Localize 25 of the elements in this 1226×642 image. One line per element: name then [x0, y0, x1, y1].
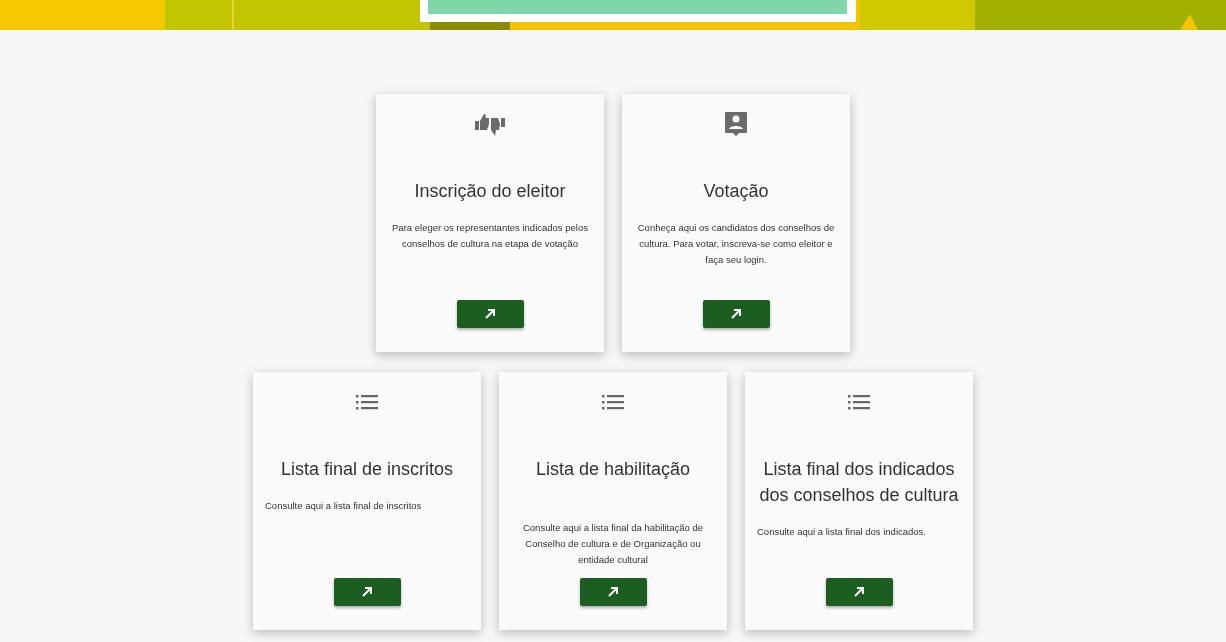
list-icon: [848, 394, 870, 410]
card-description: Consulte aqui a lista final da habilitação de Conselho de cultura e de Organização ou entidade cultural: [521, 521, 705, 567]
open-button[interactable]: [333, 578, 401, 606]
thumbs-icon: [473, 112, 507, 136]
card-description: Para eleger os representantes indicados pelos conselhos de cultura na etapa de votação: [391, 221, 589, 251]
list-icon: [602, 394, 624, 410]
open-button[interactable]: [825, 578, 893, 606]
card-title: Lista final de inscritos: [280, 458, 454, 481]
open-button[interactable]: [702, 300, 770, 328]
arrow-icon: [607, 586, 619, 598]
card-title: Votação: [703, 180, 769, 203]
contact-icon: [724, 111, 748, 137]
card-description: Consulte aqui a lista final dos indicados.: [757, 525, 927, 539]
arrow-icon: [484, 308, 496, 320]
arrow-icon: [853, 586, 865, 598]
arrow-icon: [361, 586, 373, 598]
open-button[interactable]: [456, 300, 524, 328]
arrow-icon: [730, 308, 742, 320]
card-title: Inscrição do eleitor: [414, 180, 566, 203]
card-description: Consulte aqui a lista final de inscritos: [265, 499, 423, 513]
card-description: Conheça aqui os candidatos dos conselhos de cultura. Para votar, inscreva-se como eleitor e faça seu login.: [636, 221, 836, 267]
card-title: Lista final dos indicados dos conselhos de cultura: [758, 458, 960, 507]
open-button[interactable]: [579, 578, 647, 606]
card-title: Lista de habilitação: [535, 458, 691, 481]
list-icon: [356, 394, 378, 410]
